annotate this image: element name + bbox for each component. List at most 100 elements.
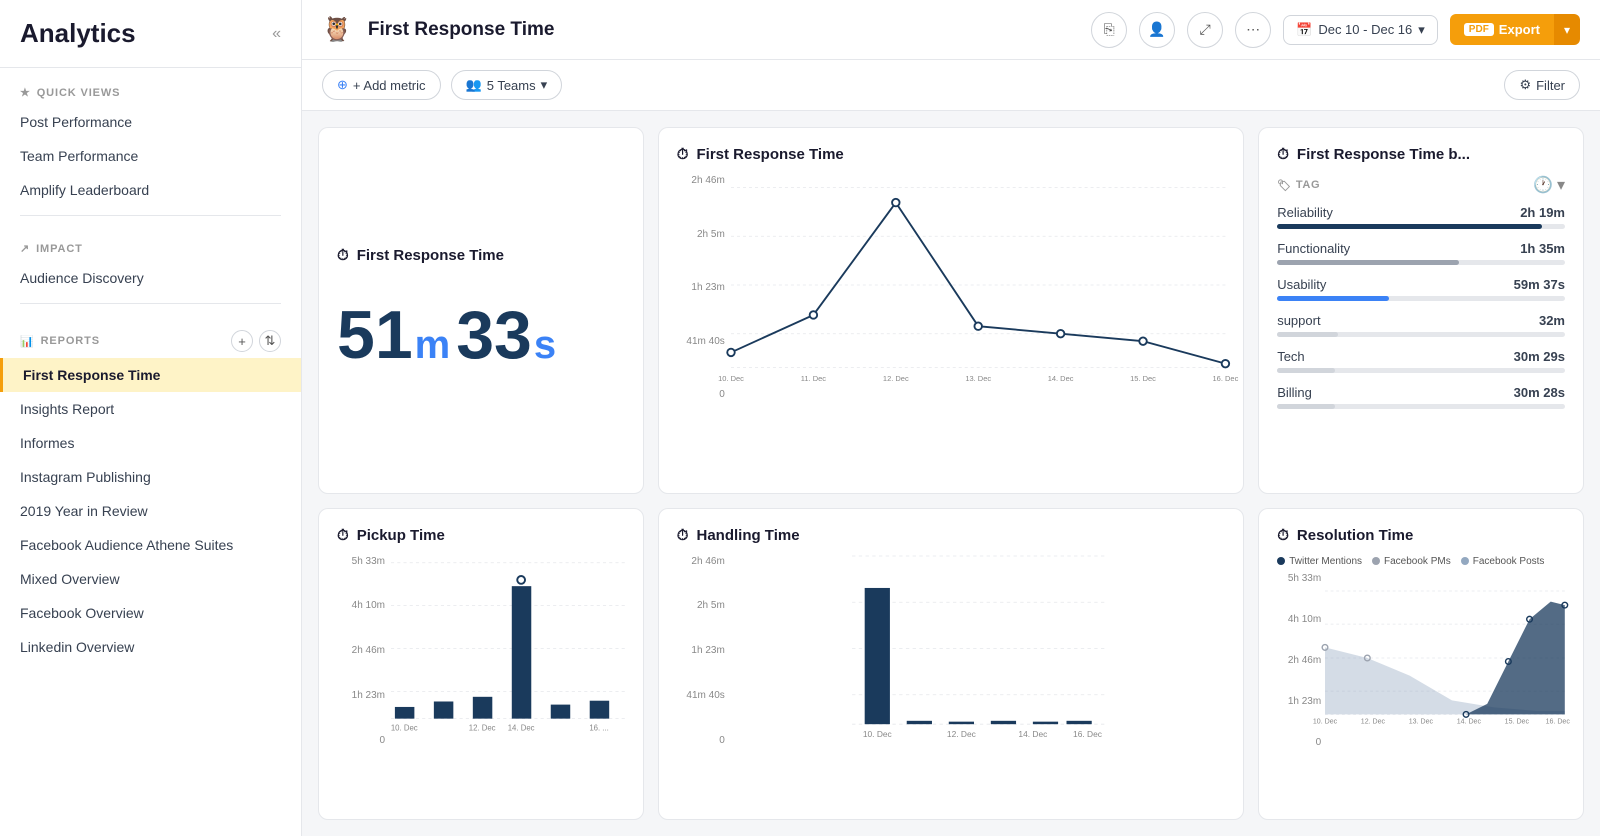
toolbar-left: ⊕ + Add metric 👥 5 Teams ▾ <box>322 70 562 100</box>
impact-section: ↗ IMPACT <box>0 224 301 261</box>
sidebar-item-amplify-leaderboard[interactable]: Amplify Leaderboard <box>0 173 301 207</box>
filter-btn[interactable]: ⚙ Filter <box>1504 70 1580 100</box>
sidebar-item-2019-year-review[interactable]: 2019 Year in Review <box>0 494 301 528</box>
owl-logo: 🦉 <box>322 15 352 44</box>
copy-btn[interactable]: ⎘ <box>1091 12 1127 48</box>
svg-text:15. Dec: 15. Dec <box>1505 718 1530 725</box>
handling-chart-title: ⏱ Handling Time <box>677 527 1225 544</box>
legend-twitter: Twitter Mentions <box>1277 556 1362 567</box>
tag-actions: 🕐 ▾ <box>1533 175 1565 195</box>
handling-chart-card: ⏱ Handling Time 2h 46m 2h 5m 1h 23m 41m … <box>658 508 1244 821</box>
pickup-y-axis: 5h 33m 4h 10m 2h 46m 1h 23m 0 <box>337 556 385 746</box>
stat-card-icon: ⏱ <box>337 247 349 264</box>
line-chart-icon: ⏱ <box>677 146 689 163</box>
tag-row-functionality: Functionality1h 35m <box>1277 241 1565 265</box>
tag-card-icon: ⏱ <box>1277 146 1289 163</box>
sidebar-divider-1 <box>20 215 281 216</box>
legend-twitter-dot <box>1277 557 1285 565</box>
svg-text:13. Dec: 13. Dec <box>965 374 991 383</box>
resolution-chart-card: ⏱ Resolution Time Twitter Mentions Faceb… <box>1258 508 1584 821</box>
sidebar-item-post-performance[interactable]: Post Performance <box>0 105 301 139</box>
teams-icon: 👥 <box>466 77 482 93</box>
expand-btn[interactable]: ⤢ <box>1187 12 1223 48</box>
sidebar-item-mixed-overview[interactable]: Mixed Overview <box>0 562 301 596</box>
svg-text:12. Dec: 12. Dec <box>469 723 496 732</box>
sidebar-item-facebook-overview[interactable]: Facebook Overview <box>0 596 301 630</box>
add-report-btn[interactable]: + <box>231 330 253 352</box>
sort-reports-btn[interactable]: ⇅ <box>259 330 281 352</box>
big-stat: 51m33s <box>337 296 625 374</box>
tag-row-usability: Usability59m 37s <box>1277 277 1565 301</box>
toolbar: ⊕ + Add metric 👥 5 Teams ▾ ⚙ Filter <box>302 60 1600 111</box>
sidebar-item-audience-discovery[interactable]: Audience Discovery <box>0 261 301 295</box>
tag-row-support: support32m <box>1277 313 1565 337</box>
sidebar-item-insights-report[interactable]: Insights Report <box>0 392 301 426</box>
sidebar-divider-2 <box>20 303 281 304</box>
line-chart-svg-container: 10. Dec 11. Dec 12. Dec 13. Dec 14. Dec … <box>731 175 1225 400</box>
pickup-chart-card: ⏱ Pickup Time 5h 33m 4h 10m 2h 46m 1h 23… <box>318 508 644 821</box>
export-btn-group: PDF Export ▾ <box>1450 14 1580 45</box>
svg-text:10. Dec: 10. Dec <box>718 374 744 383</box>
pickup-svg: 10. Dec 12. Dec 14. Dec 16. ... <box>391 556 625 746</box>
teams-btn[interactable]: 👥 5 Teams ▾ <box>451 70 563 100</box>
svg-text:12. Dec: 12. Dec <box>1361 718 1386 725</box>
svg-text:14. Dec: 14. Dec <box>508 723 535 732</box>
clock-icon[interactable]: 🕐 <box>1533 175 1553 195</box>
svg-text:16. Dec: 16. Dec <box>1212 374 1238 383</box>
resolution-icon: ⏱ <box>1277 527 1289 544</box>
pickup-icon: ⏱ <box>337 527 349 544</box>
svg-text:13. Dec: 13. Dec <box>1409 718 1434 725</box>
user-btn[interactable]: 👤 <box>1139 12 1175 48</box>
tag-row-billing: Billing30m 28s <box>1277 385 1565 409</box>
date-picker-btn[interactable]: 📅 Dec 10 - Dec 16 ▾ <box>1283 15 1438 45</box>
legend-facebook-posts: Facebook Posts <box>1461 556 1545 567</box>
reports-actions: + ⇅ <box>231 330 281 352</box>
tag-row-reliability: Reliability2h 19m <box>1277 205 1565 229</box>
svg-text:16. ...: 16. ... <box>589 723 608 732</box>
tag-card-title: ⏱ First Response Time b... <box>1277 146 1565 163</box>
svg-text:16. Dec: 16. Dec <box>1073 728 1102 738</box>
impact-icon: ↗ <box>20 242 30 255</box>
sidebar-item-first-response-time[interactable]: First Response Time <box>0 358 301 392</box>
sidebar-item-linkedin-overview[interactable]: Linkedin Overview <box>0 630 301 664</box>
reports-section-header: 📊 REPORTS + ⇅ <box>0 312 301 358</box>
tag-card: ⏱ First Response Time b... 🏷 TAG 🕐 ▾ Rel… <box>1258 127 1584 494</box>
sidebar-item-team-performance[interactable]: Team Performance <box>0 139 301 173</box>
line-chart-title: ⏱ First Response Time <box>677 146 1225 163</box>
resolution-chart-title: ⏱ Resolution Time <box>1277 527 1565 544</box>
pickup-chart-title: ⏱ Pickup Time <box>337 527 625 544</box>
sidebar-item-informes[interactable]: Informes <box>0 426 301 460</box>
add-metric-btn[interactable]: ⊕ + Add metric <box>322 70 441 100</box>
svg-text:12. Dec: 12. Dec <box>947 728 976 738</box>
y-axis: 2h 46m 2h 5m 1h 23m 41m 40s 0 <box>677 175 725 400</box>
sidebar-item-instagram-publishing[interactable]: Instagram Publishing <box>0 460 301 494</box>
svg-text:14. Dec: 14. Dec <box>1018 728 1047 738</box>
star-icon: ★ <box>20 86 31 99</box>
resolution-legend: Twitter Mentions Facebook PMs Facebook P… <box>1277 556 1565 567</box>
svg-text:10. Dec: 10. Dec <box>1313 718 1338 725</box>
reports-label: 📊 REPORTS <box>20 335 100 348</box>
line-chart-container: 2h 46m 2h 5m 1h 23m 41m 40s 0 <box>677 175 1225 400</box>
sidebar-collapse-btn[interactable]: « <box>272 25 281 43</box>
more-btn[interactable]: ⋯ <box>1235 12 1271 48</box>
pickup-chart-container: 5h 33m 4h 10m 2h 46m 1h 23m 0 <box>337 556 625 746</box>
svg-text:16. Dec: 16. Dec <box>1546 718 1571 725</box>
handling-chart-container: 2h 46m 2h 5m 1h 23m 41m 40s 0 <box>677 556 1225 746</box>
handling-svg: 10. Dec 12. Dec 14. Dec 16. Dec <box>731 556 1225 746</box>
plus-icon: ⊕ <box>337 77 348 93</box>
svg-text:11. Dec: 11. Dec <box>801 374 826 383</box>
export-btn[interactable]: PDF Export <box>1450 14 1554 45</box>
main-content: 🦉 First Response Time ⎘ 👤 ⤢ ⋯ 📅 Dec 10 -… <box>302 0 1600 836</box>
export-dropdown-btn[interactable]: ▾ <box>1554 14 1580 45</box>
legend-facebook-pm: Facebook PMs <box>1372 556 1451 567</box>
resolution-svg: 10. Dec 12. Dec 13. Dec 14. Dec 15. Dec … <box>1325 573 1565 748</box>
sidebar-item-facebook-audience[interactable]: Facebook Audience Athene Suites <box>0 528 301 562</box>
dashboard: ⏱ First Response Time 51m33s ⏱ First Res… <box>302 111 1600 836</box>
sidebar-header: Analytics « <box>0 0 301 68</box>
tag-dropdown-icon[interactable]: ▾ <box>1557 175 1565 195</box>
svg-text:15. Dec: 15. Dec <box>1130 374 1156 383</box>
handling-icon: ⏱ <box>677 527 689 544</box>
legend-facebook-posts-dot <box>1461 557 1469 565</box>
sidebar-title: Analytics <box>20 18 136 49</box>
stat-card: ⏱ First Response Time 51m33s <box>318 127 644 494</box>
